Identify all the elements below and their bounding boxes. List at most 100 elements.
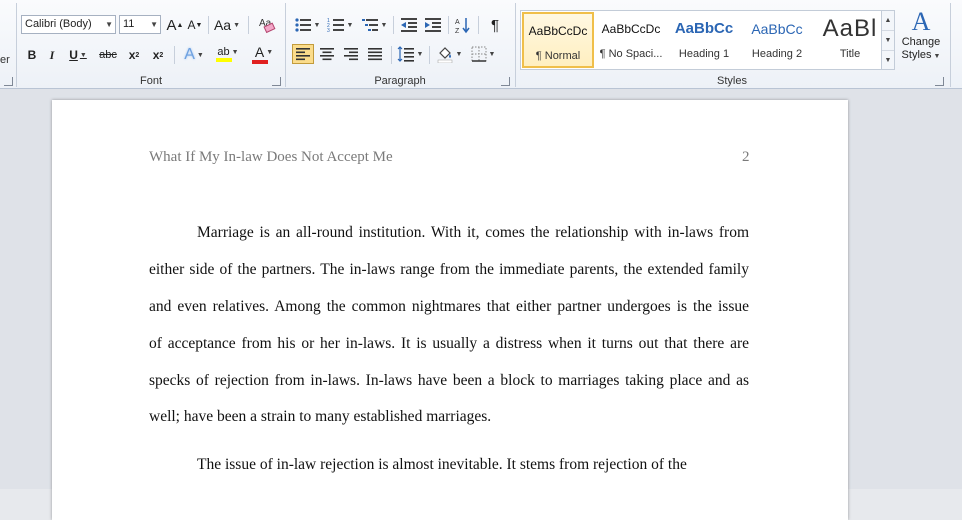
shrink-font-icon: A xyxy=(187,18,196,32)
divider xyxy=(391,46,392,64)
paragraph-line: either side of the partners. The in-laws… xyxy=(149,261,749,278)
document-page[interactable]: What If My In-law Does Not Accept Me 2 M… xyxy=(52,100,848,520)
clear-formatting-icon: Aa xyxy=(259,18,276,34)
align-right-icon xyxy=(344,48,358,61)
paint-bucket-icon xyxy=(437,47,452,63)
borders-button[interactable]: ▼ xyxy=(468,44,498,64)
paragraph-line: well; have been a strain to many establi… xyxy=(149,408,492,425)
sort-button[interactable]: A Z xyxy=(452,15,474,35)
pilcrow-icon: ¶ xyxy=(490,16,500,34)
font-color-button[interactable]: A ▼ xyxy=(248,44,280,64)
font-group-label: Font xyxy=(139,75,162,87)
ribbon: er Calibri (Body) ▼ 11 ▼ A▲ A▼ Aa▼ Aa xyxy=(0,0,962,89)
increase-indent-icon xyxy=(425,18,441,32)
divider xyxy=(429,46,430,64)
numbering-button[interactable]: 1 2 3 ▼ xyxy=(325,15,355,35)
bullets-icon xyxy=(294,18,311,32)
superscript-icon: x xyxy=(152,48,160,62)
clipboard-launcher-icon[interactable] xyxy=(4,77,13,86)
bold-icon: B xyxy=(27,48,37,62)
italic-button[interactable]: I xyxy=(43,45,61,65)
font-group: Calibri (Body) ▼ 11 ▼ A▲ A▼ Aa▼ Aa B xyxy=(18,0,284,89)
grow-font-icon: A xyxy=(166,16,177,34)
font-launcher-icon[interactable] xyxy=(272,77,281,86)
font-name-dropdown[interactable]: Calibri (Body) ▼ xyxy=(21,15,116,34)
justify-icon xyxy=(368,48,382,61)
align-left-button[interactable] xyxy=(292,44,314,64)
font-color-bar xyxy=(252,60,268,64)
shading-button[interactable]: ▼ xyxy=(434,44,464,64)
grow-font-button[interactable]: A ▲ xyxy=(166,15,184,35)
text-effects-button[interactable]: A ▼ xyxy=(180,45,208,65)
page-number: 2 xyxy=(742,149,750,165)
group-separator xyxy=(16,3,17,87)
document-area[interactable]: What If My In-law Does Not Accept Me 2 M… xyxy=(0,89,962,520)
numbering-icon: 1 2 3 xyxy=(327,18,344,33)
clipboard-partial-label: er xyxy=(0,54,10,66)
increase-indent-button[interactable] xyxy=(422,15,444,35)
divider xyxy=(208,16,209,34)
underline-button[interactable]: U ▼ xyxy=(64,45,92,65)
align-center-icon xyxy=(320,48,334,61)
decrease-indent-icon xyxy=(401,18,417,32)
justify-button[interactable] xyxy=(364,44,386,64)
borders-icon xyxy=(471,46,487,62)
line-spacing-button[interactable]: ▼ xyxy=(395,44,425,64)
subscript-icon: x xyxy=(128,48,136,62)
multilevel-list-button[interactable]: ▼ xyxy=(359,15,389,35)
superscript-button[interactable]: x2 xyxy=(148,45,168,65)
clipboard-group: er xyxy=(0,0,16,89)
divider xyxy=(448,16,449,34)
divider xyxy=(174,46,175,64)
paragraph-line: of acceptance from his or her in-laws. I… xyxy=(149,335,749,352)
change-case-icon: Aa xyxy=(213,17,232,33)
font-name-value: Calibri (Body) xyxy=(25,18,92,30)
decrease-indent-button[interactable] xyxy=(398,15,420,35)
font-color-icon: A xyxy=(254,44,265,60)
paragraph-launcher-icon[interactable] xyxy=(501,77,510,86)
paragraph-line: The issue of in-law rejection is almost … xyxy=(197,456,687,473)
paragraph-group-label: Paragraph xyxy=(374,75,426,87)
subscript-button[interactable]: x2 xyxy=(124,45,144,65)
align-left-icon xyxy=(296,48,310,61)
underline-icon: U xyxy=(69,48,78,62)
paragraph-line: specks of rejection from in-laws. In-law… xyxy=(149,372,749,389)
font-size-dropdown[interactable]: 11 ▼ xyxy=(119,15,161,34)
show-hide-marks-button[interactable]: ¶ xyxy=(484,15,506,35)
strikethrough-icon: abc xyxy=(99,49,117,61)
page-header-title: What If My In-law Does Not Accept Me xyxy=(149,149,393,165)
italic-icon: I xyxy=(49,47,55,62)
styles-group-label: Styles xyxy=(717,75,747,87)
text-effects-icon: A xyxy=(184,46,195,63)
paragraph-line: Marriage is an all-round institution. Wi… xyxy=(197,224,749,241)
paragraph-group: ▼ 1 2 3 ▼ ▼ A Z ¶ ▼ ▼ ▼ Paragraph xyxy=(287,0,513,89)
divider xyxy=(248,16,249,34)
highlight-button[interactable]: ab ▼ xyxy=(212,44,244,64)
styles-group: Styles xyxy=(517,0,947,89)
line-spacing-icon xyxy=(397,46,414,62)
align-right-button[interactable] xyxy=(340,44,362,64)
group-separator xyxy=(515,3,516,87)
bullets-button[interactable]: ▼ xyxy=(292,15,322,35)
svg-text:3: 3 xyxy=(327,28,330,33)
paragraph-line: and even relatives. Among the common nig… xyxy=(149,298,749,315)
sort-icon: A Z xyxy=(455,18,470,34)
svg-text:Z: Z xyxy=(455,28,460,34)
highlighter-icon: ab xyxy=(217,46,230,58)
highlight-color-bar xyxy=(216,58,232,62)
multilevel-list-icon xyxy=(361,19,378,31)
svg-text:A: A xyxy=(455,19,460,26)
divider xyxy=(393,16,394,34)
chevron-down-icon: ▼ xyxy=(105,20,113,29)
shrink-font-button[interactable]: A ▼ xyxy=(186,15,204,35)
group-separator xyxy=(950,3,951,87)
bold-button[interactable]: B xyxy=(23,45,41,65)
divider xyxy=(478,16,479,34)
font-size-value: 11 xyxy=(123,18,135,30)
clear-formatting-button[interactable]: Aa xyxy=(256,14,278,34)
change-case-button[interactable]: Aa ▼ xyxy=(212,15,242,35)
align-center-button[interactable] xyxy=(316,44,338,64)
strikethrough-button[interactable]: abc xyxy=(96,45,120,65)
chevron-down-icon: ▼ xyxy=(150,20,158,29)
styles-launcher-icon[interactable] xyxy=(935,77,944,86)
